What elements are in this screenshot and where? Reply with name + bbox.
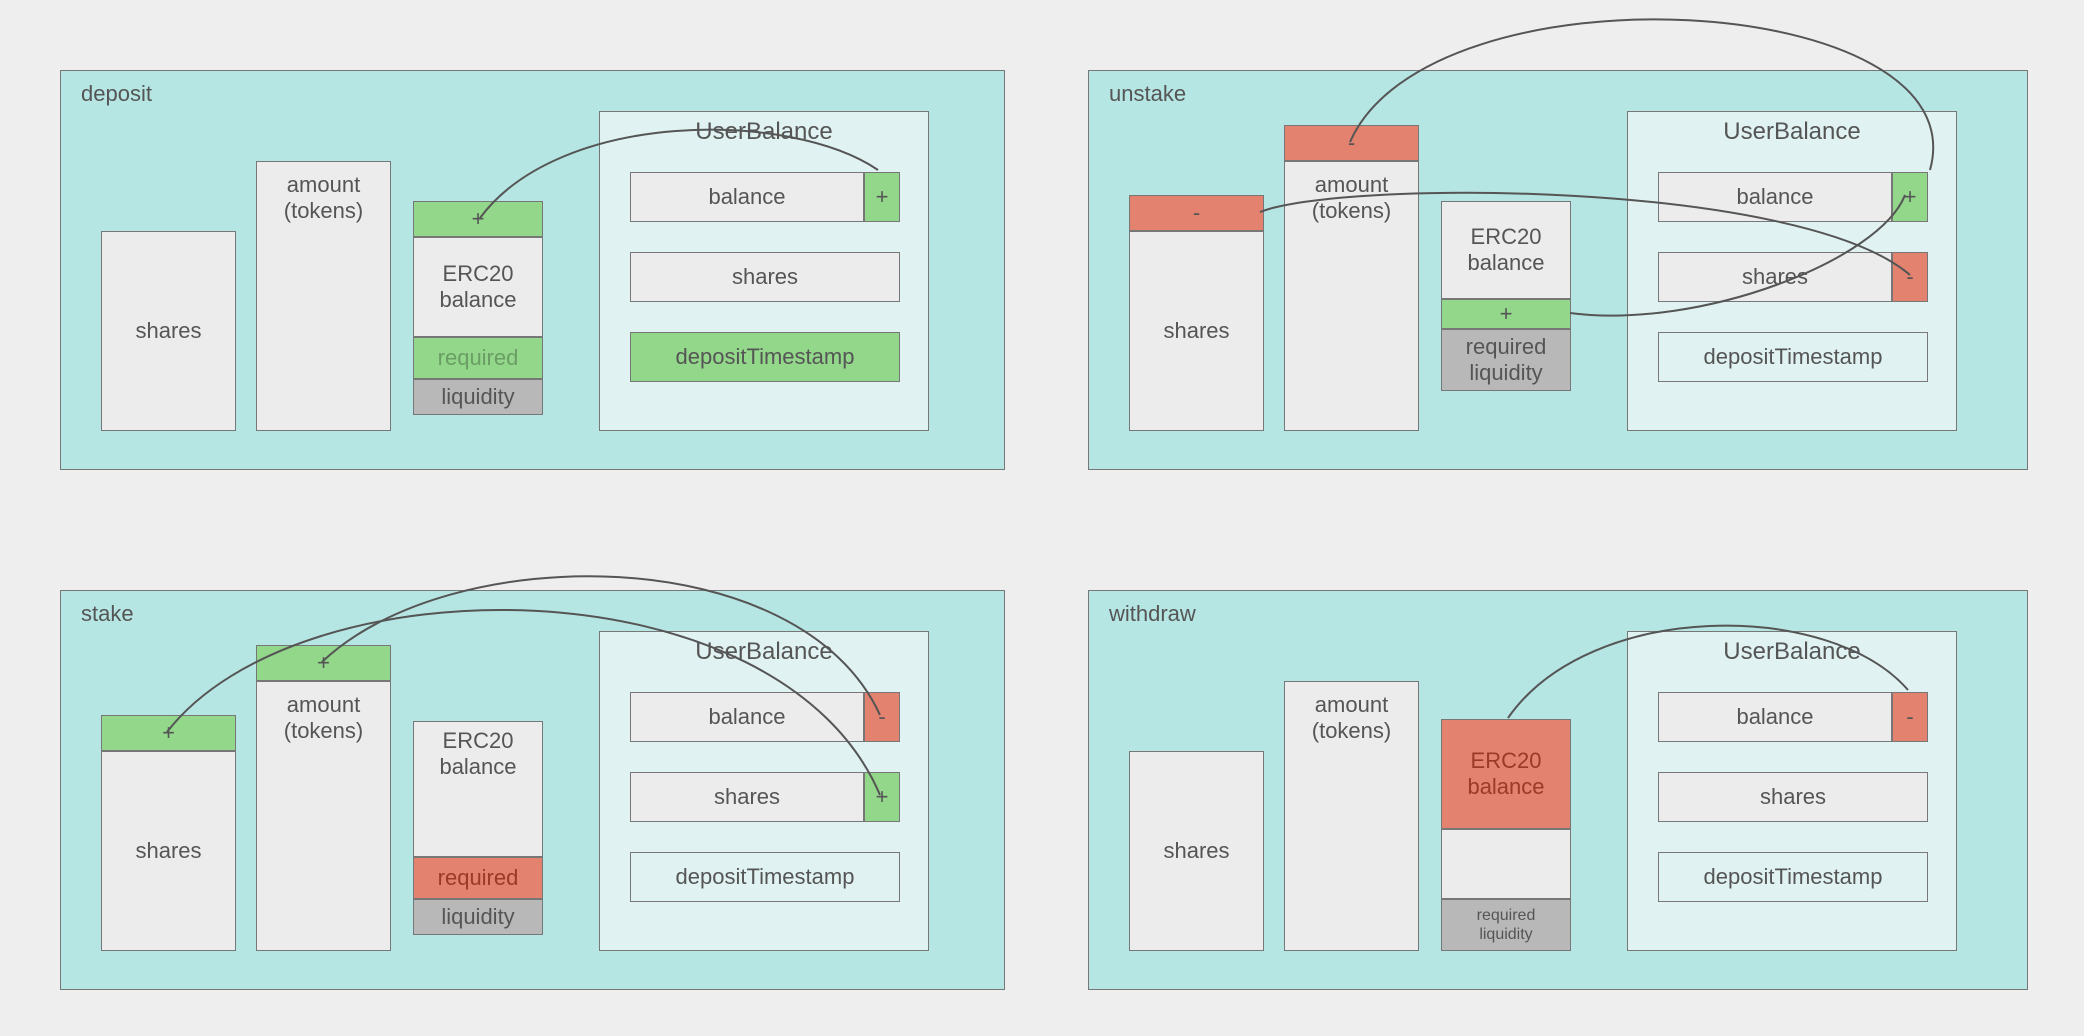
deposit-userbalance-container: UserBalance balance + shares depositTime…: [599, 111, 929, 431]
stake-amount-plus-cap: +: [256, 645, 391, 681]
unstake-amount-label: amount (tokens): [1285, 172, 1418, 225]
withdraw-amount-label: amount (tokens): [1285, 692, 1418, 745]
unstake-userbalance-title: UserBalance: [1628, 118, 1956, 146]
stake-liquidity-box: liquidity: [413, 899, 543, 935]
withdraw-required-liquidity-box: required liquidity: [1441, 899, 1571, 951]
unstake-shares-minus-cap: -: [1129, 195, 1264, 231]
withdraw-erc20-balance-label: ERC20 balance: [1467, 748, 1544, 801]
deposit-ub-balance-plus: +: [864, 172, 900, 222]
deposit-erc20-plus-cap: +: [413, 201, 543, 237]
panel-deposit-title: deposit: [81, 81, 152, 107]
deposit-liquidity-box: liquidity: [413, 379, 543, 415]
stake-required-label: required: [438, 865, 519, 891]
withdraw-ub-deposittimestamp: depositTimestamp: [1658, 852, 1928, 902]
deposit-shares-box: shares: [101, 231, 236, 431]
unstake-erc20-balance-box: ERC20 balance: [1441, 201, 1571, 299]
withdraw-ub-balance-minus: -: [1892, 692, 1928, 742]
deposit-required-label: required: [438, 345, 519, 371]
withdraw-shares-label: shares: [1163, 838, 1229, 864]
deposit-liquidity-label: liquidity: [441, 384, 514, 410]
deposit-erc20-plus-symbol: +: [472, 206, 485, 232]
unstake-required-liquidity-label: required liquidity: [1466, 334, 1547, 387]
unstake-ub-balance-label: balance: [1736, 184, 1813, 210]
stake-ub-balance: balance: [630, 692, 864, 742]
unstake-required-liquidity-box: required liquidity: [1441, 329, 1571, 391]
deposit-ub-shares: shares: [630, 252, 900, 302]
withdraw-ub-shares: shares: [1658, 772, 1928, 822]
deposit-ub-balance: balance: [630, 172, 864, 222]
stake-amount-label: amount (tokens): [257, 692, 390, 745]
stake-required-box: required: [413, 857, 543, 899]
stake-ub-deposittimestamp: depositTimestamp: [630, 852, 900, 902]
withdraw-erc20-mid-box: [1441, 829, 1571, 899]
withdraw-amount-box: amount (tokens): [1284, 681, 1419, 951]
unstake-erc20-balance-label: ERC20 balance: [1467, 224, 1544, 277]
deposit-ub-balance-label: balance: [708, 184, 785, 210]
deposit-amount-box: amount (tokens): [256, 161, 391, 431]
withdraw-ub-balance-label: balance: [1736, 704, 1813, 730]
withdraw-ub-balance: balance: [1658, 692, 1892, 742]
unstake-amount-box: amount (tokens): [1284, 161, 1419, 431]
stake-ub-shares-plus: +: [864, 772, 900, 822]
deposit-erc20-balance-box: ERC20 balance: [413, 237, 543, 337]
withdraw-ub-shares-label: shares: [1760, 784, 1826, 810]
unstake-ub-balance: balance: [1658, 172, 1892, 222]
stake-ub-shares-label: shares: [714, 784, 780, 810]
unstake-ub-deposittimestamp: depositTimestamp: [1658, 332, 1928, 382]
panel-unstake: unstake - shares - amount (tokens) ERC20…: [1088, 70, 2028, 470]
stake-shares-box: shares: [101, 751, 236, 951]
unstake-userbalance-container: UserBalance balance + shares - depositTi…: [1627, 111, 1957, 431]
unstake-erc20-plus-strip: +: [1441, 299, 1571, 329]
stake-ub-deposittimestamp-label: depositTimestamp: [676, 864, 855, 890]
unstake-amount-minus-cap: -: [1284, 125, 1419, 161]
withdraw-ub-deposittimestamp-label: depositTimestamp: [1704, 864, 1883, 890]
deposit-erc20-balance-label: ERC20 balance: [439, 261, 516, 314]
stake-ub-balance-minus: -: [864, 692, 900, 742]
withdraw-required-liquidity-label: required liquidity: [1477, 906, 1536, 944]
unstake-ub-shares-label: shares: [1742, 264, 1808, 290]
stake-shares-label: shares: [135, 838, 201, 864]
panel-withdraw-title: withdraw: [1109, 601, 1196, 627]
panel-deposit: deposit shares amount (tokens) + ERC20 b…: [60, 70, 1005, 470]
stake-erc20-balance-label: ERC20 balance: [414, 728, 542, 781]
unstake-ub-shares: shares: [1658, 252, 1892, 302]
stake-userbalance-title: UserBalance: [600, 638, 928, 666]
withdraw-userbalance-container: UserBalance balance - shares depositTime…: [1627, 631, 1957, 951]
deposit-ub-deposittimestamp: depositTimestamp: [630, 332, 900, 382]
stake-userbalance-container: UserBalance balance - shares + depositTi…: [599, 631, 929, 951]
panel-withdraw: withdraw shares amount (tokens) ERC20 ba…: [1088, 590, 2028, 990]
panel-stake: stake + shares + amount (tokens) ERC20 b…: [60, 590, 1005, 990]
stake-erc20-balance-box: ERC20 balance: [413, 721, 543, 857]
stake-shares-plus-cap: +: [101, 715, 236, 751]
stake-ub-shares: shares: [630, 772, 864, 822]
stake-amount-box: amount (tokens): [256, 681, 391, 951]
stake-ub-balance-label: balance: [708, 704, 785, 730]
unstake-ub-shares-minus: -: [1892, 252, 1928, 302]
unstake-shares-box: shares: [1129, 231, 1264, 431]
unstake-ub-balance-plus: +: [1892, 172, 1928, 222]
deposit-ub-shares-label: shares: [732, 264, 798, 290]
stake-liquidity-label: liquidity: [441, 904, 514, 930]
withdraw-userbalance-title: UserBalance: [1628, 638, 1956, 666]
deposit-userbalance-title: UserBalance: [600, 118, 928, 146]
panel-stake-title: stake: [81, 601, 134, 627]
withdraw-erc20-balance-box: ERC20 balance: [1441, 719, 1571, 829]
unstake-ub-deposittimestamp-label: depositTimestamp: [1704, 344, 1883, 370]
panel-unstake-title: unstake: [1109, 81, 1186, 107]
withdraw-shares-box: shares: [1129, 751, 1264, 951]
deposit-amount-label: amount (tokens): [257, 172, 390, 225]
deposit-required-box: required: [413, 337, 543, 379]
deposit-ub-deposittimestamp-label: depositTimestamp: [676, 344, 855, 370]
unstake-shares-label: shares: [1163, 318, 1229, 344]
deposit-shares-label: shares: [135, 318, 201, 344]
